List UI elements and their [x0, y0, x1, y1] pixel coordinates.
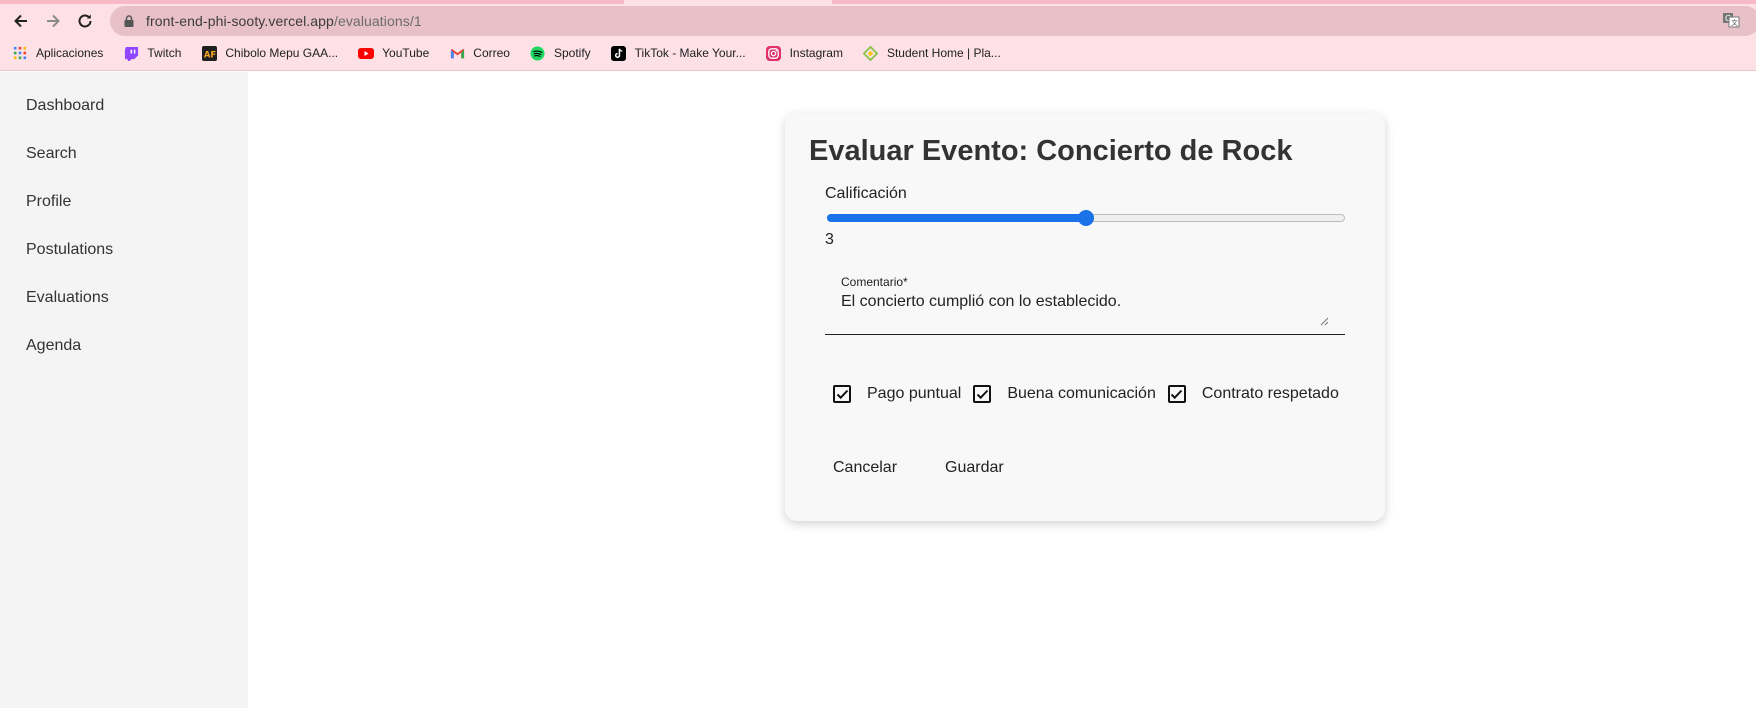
- rating-label: Calificación: [825, 185, 907, 202]
- sidebar-item-evaluations[interactable]: Evaluations: [26, 287, 109, 309]
- bookmark-label: Instagram: [789, 46, 843, 60]
- youtube-icon: [358, 45, 375, 61]
- sidebar-item-profile[interactable]: Profile: [26, 191, 71, 213]
- spotify-icon: [530, 45, 546, 61]
- lock-icon: [124, 15, 134, 27]
- student-home-icon: [863, 45, 879, 61]
- back-button[interactable]: [8, 8, 34, 34]
- cancel-button[interactable]: Cancelar: [825, 455, 905, 481]
- address-bar[interactable]: front-end-phi-sooty.vercel.app/evaluatio…: [110, 6, 1756, 36]
- twitch-icon: [123, 45, 139, 61]
- bookmark-label: Aplicaciones: [36, 46, 104, 60]
- sidebar: Dashboard Search Profile Postulations Ev…: [0, 72, 248, 708]
- comment-label: Comentario*: [841, 275, 908, 289]
- evaluation-card: Evaluar Evento: Concierto de Rock Califi…: [785, 113, 1385, 521]
- tab-inactive-right[interactable]: [832, 0, 1756, 4]
- checkbox-box[interactable]: [973, 385, 992, 403]
- af-logo-icon: AF: [201, 45, 217, 61]
- comment-textarea[interactable]: El concierto cumplió con lo establecido.: [841, 293, 1121, 311]
- checkbox-buena-comunicacion[interactable]: Buena comunicación: [973, 385, 1156, 403]
- url-host: front-end-phi-sooty.vercel.app: [146, 13, 334, 29]
- instagram-icon: [766, 45, 782, 61]
- bookmark-label: Spotify: [553, 46, 591, 60]
- check-icon: [836, 389, 848, 399]
- bookmark-label: Chibolo Mepu GAA...: [225, 46, 339, 60]
- url-path: /evaluations/1: [333, 13, 422, 29]
- browser-chrome: front-end-phi-sooty.vercel.app/evaluatio…: [0, 0, 1756, 71]
- tab-inactive-left[interactable]: [0, 0, 624, 4]
- sidebar-item-dashboard[interactable]: Dashboard: [26, 95, 104, 117]
- bookmark-label: TikTok - Make Your...: [634, 46, 746, 60]
- sidebar-item-search[interactable]: Search: [26, 143, 77, 165]
- bookmark-label: Twitch: [147, 46, 182, 60]
- checkbox-label: Contrato respetado: [1201, 385, 1339, 402]
- translate-icon[interactable]: G文: [1722, 12, 1740, 28]
- bookmark-correo[interactable]: Correo: [437, 41, 518, 65]
- slider-fill: [827, 214, 1086, 222]
- bookmark-instagram[interactable]: Instagram: [754, 41, 851, 65]
- save-button[interactable]: Guardar: [937, 455, 1012, 481]
- checkbox-label: Pago puntual: [867, 385, 962, 402]
- rating-value: 3: [825, 231, 834, 248]
- forward-button[interactable]: [40, 8, 66, 34]
- bookmark-apps[interactable]: Aplicaciones: [0, 41, 111, 65]
- sidebar-item-agenda[interactable]: Agenda: [26, 335, 81, 357]
- slider-thumb[interactable]: [1078, 210, 1094, 226]
- page-title: Evaluar Evento: Concierto de Rock: [809, 135, 1293, 167]
- bookmark-twitch[interactable]: Twitch: [111, 41, 189, 65]
- tab-strip: [0, 0, 1756, 4]
- bookmark-label: YouTube: [382, 46, 430, 60]
- checkbox-group: Pago puntual Buena comunicación Contrato…: [833, 385, 1351, 403]
- checkbox-contrato-respetado[interactable]: Contrato respetado: [1167, 385, 1339, 403]
- bookmark-student-home[interactable]: Student Home | Pla...: [851, 41, 1009, 65]
- url-text: front-end-phi-sooty.vercel.app/evaluatio…: [146, 13, 422, 29]
- resize-handle-icon[interactable]: [1319, 316, 1329, 326]
- reload-icon: [78, 14, 92, 28]
- reload-button[interactable]: [72, 8, 98, 34]
- checkbox-box[interactable]: [833, 385, 851, 403]
- svg-text:AF: AF: [204, 49, 217, 59]
- tiktok-icon: [611, 45, 627, 61]
- apps-grid-icon: [12, 45, 28, 61]
- sidebar-item-postulations[interactable]: Postulations: [26, 239, 113, 261]
- bookmark-label: Correo: [473, 46, 510, 60]
- gmail-icon: [449, 45, 465, 61]
- bookmark-chibolo[interactable]: AF Chibolo Mepu GAA...: [189, 41, 346, 65]
- bookmark-spotify[interactable]: Spotify: [518, 41, 599, 65]
- arrow-left-icon: [14, 14, 27, 28]
- rating-slider[interactable]: [827, 210, 1345, 226]
- comment-field[interactable]: Comentario* El concierto cumplió con lo …: [825, 271, 1345, 335]
- checkbox-label: Buena comunicación: [1007, 385, 1156, 402]
- arrow-right-icon: [47, 14, 60, 28]
- bookmark-tiktok[interactable]: TikTok - Make Your...: [599, 41, 754, 65]
- check-icon: [1171, 389, 1183, 399]
- bookmark-youtube[interactable]: YouTube: [346, 41, 437, 65]
- check-icon: [976, 389, 989, 399]
- checkbox-box[interactable]: [1167, 385, 1186, 403]
- bookmarks-bar: Aplicaciones Twitch AF Chibolo Mepu GAA.…: [0, 40, 1009, 66]
- checkbox-pago-puntual[interactable]: Pago puntual: [833, 385, 961, 403]
- bookmark-label: Student Home | Pla...: [886, 46, 1001, 60]
- svg-text:文: 文: [1731, 18, 1738, 27]
